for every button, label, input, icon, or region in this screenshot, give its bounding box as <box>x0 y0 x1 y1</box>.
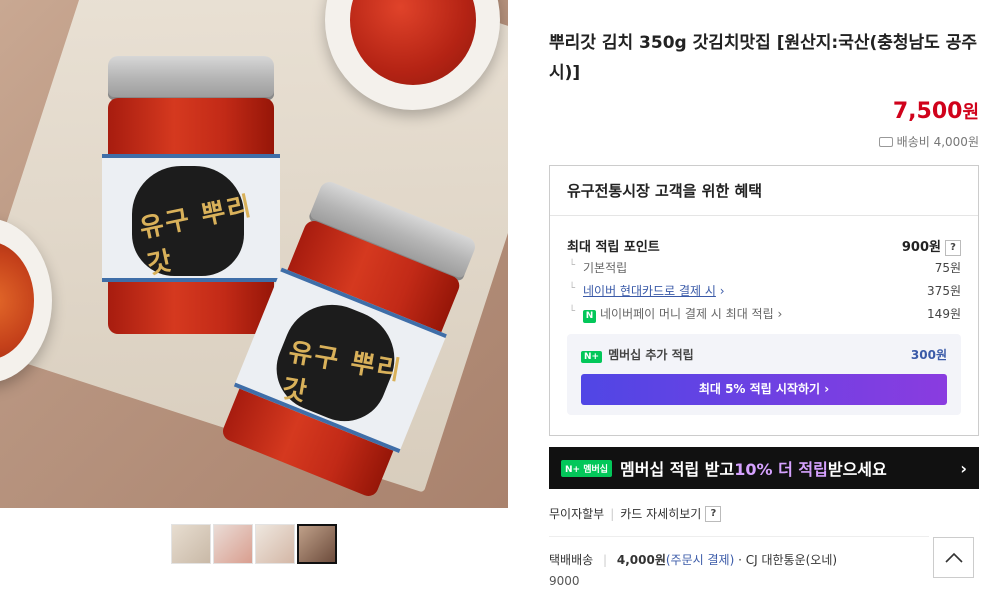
card-detail-link[interactable]: 카드 자세히보기 <box>620 505 701 522</box>
chevron-right-icon: › <box>960 458 967 478</box>
points-row-value: 375원 <box>927 284 961 298</box>
installment-link[interactable]: 무이자할부 <box>549 505 604 522</box>
shipping-fee-label: 배송비 4,000원 <box>896 135 979 149</box>
naver-pay-icon: N <box>583 310 596 323</box>
membership-label: 멤버십 추가 적립 <box>608 348 694 362</box>
product-page: 유구 뿌리갓 유구 뿌리갓 뿌리갓 김치 350g 갓김치맛집 [원산지:국산(… <box>0 0 986 589</box>
benefit-box: 유구전통시장 고객을 위한 혜택 최대 적립 포인트 900원? 기본적립 75… <box>549 165 979 436</box>
product-price: 7,500원 <box>893 98 979 124</box>
nplus-membership-badge: N+ 멤버십 <box>561 459 613 477</box>
membership-value: 300원 <box>910 348 947 362</box>
max-points-row: 최대 적립 포인트 900원? <box>567 236 961 256</box>
shipping-fee: 배송비 4,000원 <box>878 133 979 150</box>
price-unit: 원 <box>962 102 979 123</box>
price-number: 7,500 <box>892 99 963 124</box>
max-points-label: 최대 적립 포인트 <box>567 240 660 255</box>
membership-start-button[interactable]: 최대 5% 적립 시작하기 › <box>581 374 947 405</box>
delivery-carrier: · CJ 대한통운(오네) <box>738 553 838 567</box>
payment-links: 무이자할부 | 카드 자세히보기 ? <box>549 505 722 522</box>
thumbnail[interactable] <box>255 524 295 564</box>
scroll-top-button[interactable] <box>933 537 974 578</box>
points-row-value: 149원 <box>927 307 961 321</box>
truck-icon <box>878 136 893 147</box>
thumbnail[interactable] <box>213 524 253 564</box>
delivery-fee: 4,000원 <box>616 553 666 567</box>
benefit-heading: 유구전통시장 고객을 위한 혜택 <box>550 166 978 216</box>
hyundai-card-link[interactable]: 네이버 현대카드로 결제 시 <box>583 284 716 298</box>
help-button[interactable]: ? <box>945 239 961 256</box>
banner-text-post: 받으세요 <box>827 460 887 479</box>
membership-box: N+ 멤버십 추가 적립 300원 최대 5% 적립 시작하기 › <box>567 334 961 415</box>
banner-text-pre: 멤버십 적립 받고 <box>620 460 735 479</box>
kimchi-jar: 유구 뿌리갓 <box>102 56 280 334</box>
delivery-extra: 9000 <box>549 574 580 588</box>
chevron-up-icon <box>944 552 963 563</box>
points-row-card: 네이버 현대카드로 결제 시 › 375원 <box>567 282 961 299</box>
nplus-badge: N+ <box>581 351 603 363</box>
product-main-image: 유구 뿌리갓 유구 뿌리갓 <box>0 0 508 508</box>
thumbnail-strip <box>171 524 337 564</box>
product-title: 뿌리갓 김치 350g 갓김치맛집 [원산지:국산(충청남도 공주시)] <box>549 33 978 83</box>
points-row-label: 기본적립 <box>567 259 627 276</box>
points-row-basic: 기본적립 75원 <box>567 259 961 276</box>
jar-logo: 유구 뿌리갓 <box>279 337 405 408</box>
delivery-note: (주문시 결제) <box>665 553 735 567</box>
membership-banner[interactable]: N+ 멤버십 멤버십 적립 받고 10% 더 적립 받으세요 › <box>549 447 979 489</box>
divider <box>549 536 929 537</box>
help-button[interactable]: ? <box>705 505 722 522</box>
thumbnail-selected[interactable] <box>297 524 337 564</box>
max-points-value: 900원 <box>901 240 941 255</box>
delivery-label: 택배배송 <box>549 553 594 567</box>
points-row-value: 75원 <box>934 261 961 275</box>
points-row-npay: N네이버페이 머니 결제 시 최대 적립 › 149원 <box>567 305 961 323</box>
banner-highlight: 10% 더 적립 <box>734 460 828 479</box>
npay-link[interactable]: 네이버페이 머니 결제 시 최대 적립 <box>600 307 774 321</box>
delivery-info: 택배배송 | 4,000원(주문시 결제) · CJ 대한통운(오네) <box>549 553 838 567</box>
thumbnail[interactable] <box>171 524 211 564</box>
